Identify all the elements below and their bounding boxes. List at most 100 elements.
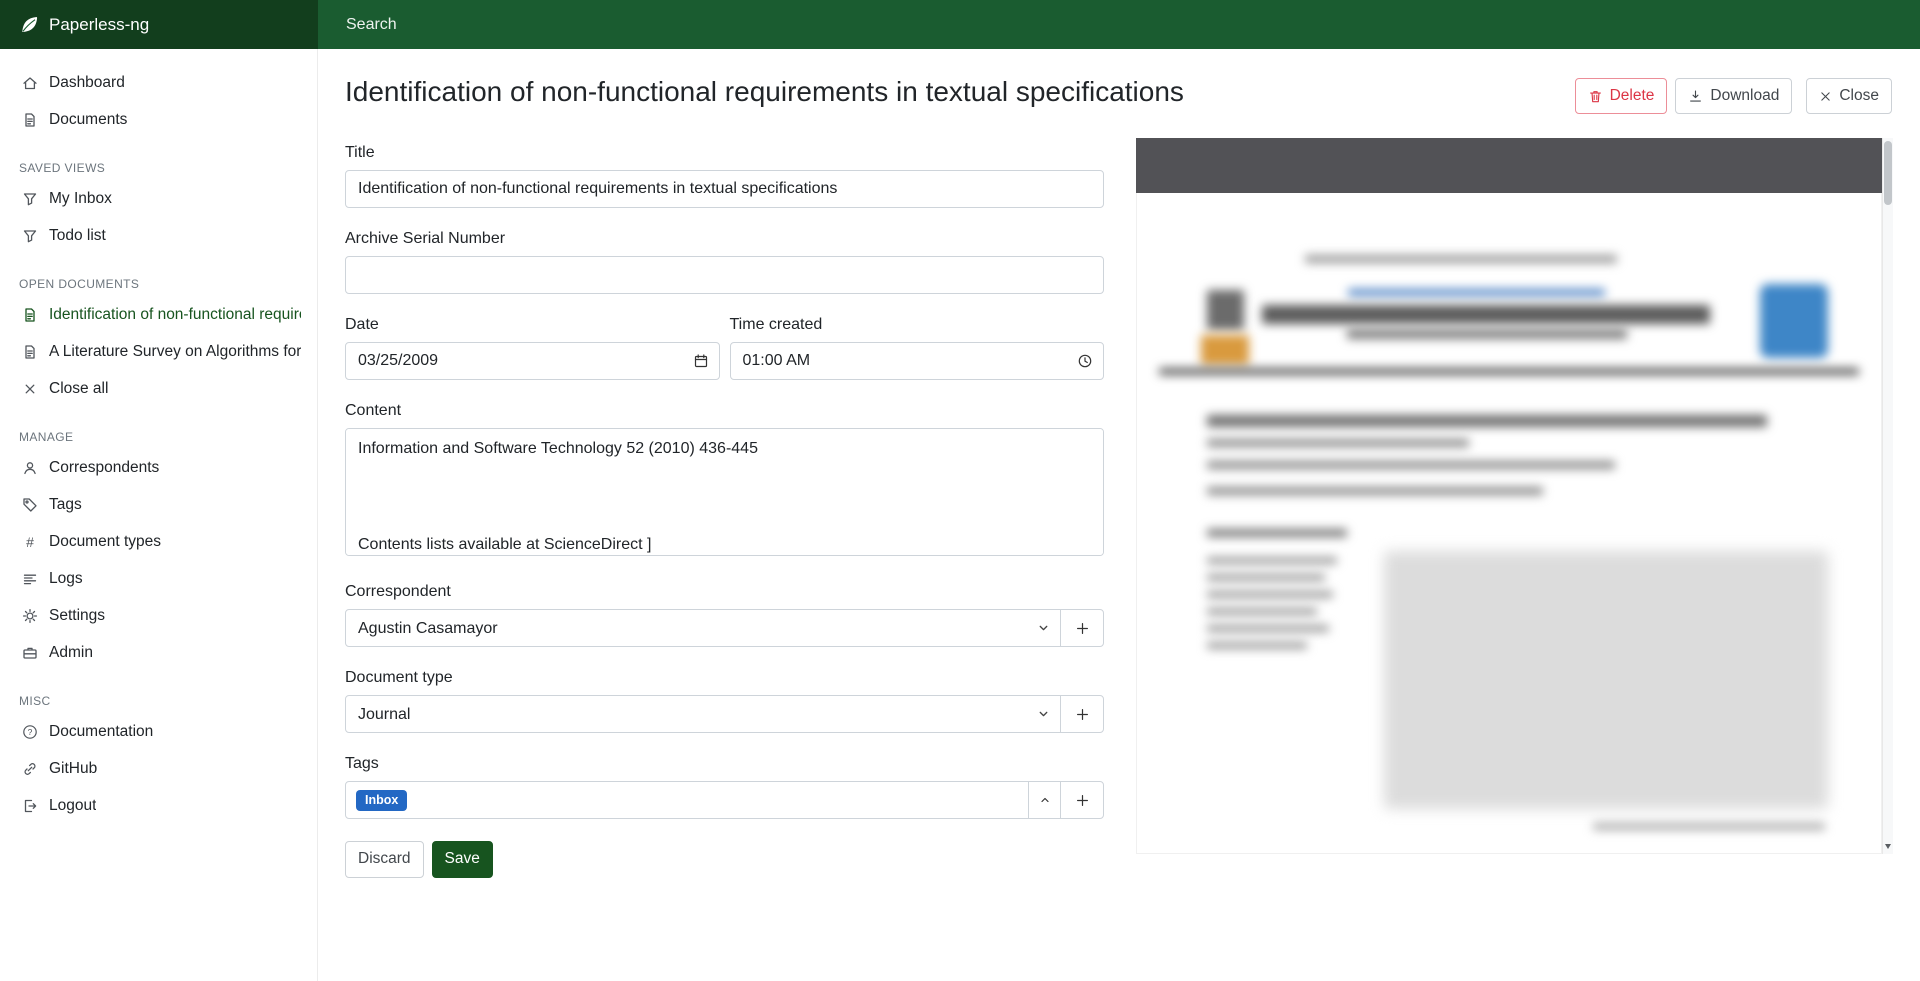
sidebar-item-documents[interactable]: Documents bbox=[0, 101, 317, 138]
save-button-label: Save bbox=[445, 848, 480, 870]
blurred-keyword-line bbox=[1207, 625, 1329, 632]
close-document-button[interactable]: Close bbox=[1806, 78, 1892, 114]
toolbox-icon bbox=[22, 645, 38, 661]
time-created-input[interactable] bbox=[730, 342, 1105, 380]
blurred-keyword-line bbox=[1207, 608, 1317, 615]
pdf-page-blurred-document bbox=[1136, 193, 1882, 854]
document-type-label: Document type bbox=[345, 669, 1104, 687]
blurred-keyword-line bbox=[1207, 642, 1307, 649]
save-button[interactable]: Save bbox=[432, 841, 493, 877]
sidebar-section-open-documents: OPEN DOCUMENTS bbox=[0, 277, 317, 292]
plus-icon bbox=[1075, 621, 1090, 636]
sidebar-item-correspondents[interactable]: Correspondents bbox=[0, 449, 317, 486]
close-icon bbox=[22, 381, 38, 397]
sidebar-item-logs[interactable]: Logs bbox=[0, 560, 317, 597]
funnel-icon bbox=[22, 191, 38, 207]
gear-icon bbox=[22, 608, 38, 624]
link-icon bbox=[22, 761, 38, 777]
sidebar-item-label: Settings bbox=[49, 607, 105, 625]
add-tag-button[interactable] bbox=[1060, 781, 1104, 819]
chevron-up-icon bbox=[1039, 794, 1051, 806]
hash-icon: # bbox=[22, 534, 38, 550]
sidebar-item-todo-list[interactable]: Todo list bbox=[0, 217, 317, 254]
app-logo-leaf-icon bbox=[18, 14, 40, 36]
document-edit-form: Title Archive Serial Number Date Time cr… bbox=[345, 144, 1104, 877]
sidebar-item-github[interactable]: GitHub bbox=[0, 750, 317, 787]
tags-dropdown-toggle-button[interactable] bbox=[1028, 781, 1061, 819]
sidebar-item-document-types[interactable]: # Document types bbox=[0, 523, 317, 560]
blurred-footer-line bbox=[1593, 823, 1825, 830]
sidebar-item-my-inbox[interactable]: My Inbox bbox=[0, 180, 317, 217]
sidebar-item-settings[interactable]: Settings bbox=[0, 597, 317, 634]
blurred-document-title bbox=[1262, 305, 1710, 324]
archive-serial-number-input[interactable] bbox=[345, 256, 1104, 294]
blurred-journal-logo bbox=[1207, 290, 1244, 330]
blurred-keyword-line bbox=[1207, 574, 1325, 581]
navbar-search-area bbox=[318, 0, 1920, 49]
sidebar-item-documentation[interactable]: ? Documentation bbox=[0, 713, 317, 750]
clock-icon[interactable] bbox=[1077, 353, 1093, 369]
correspondent-select[interactable]: Agustin Casamayor bbox=[345, 609, 1061, 647]
download-button-label: Download bbox=[1710, 85, 1779, 107]
tags-field-group: Tags Inbox bbox=[345, 755, 1104, 819]
person-icon bbox=[22, 460, 38, 476]
discard-button-label: Discard bbox=[358, 848, 411, 870]
sidebar-item-logout[interactable]: Logout bbox=[0, 787, 317, 824]
sidebar-item-label: Correspondents bbox=[49, 459, 159, 477]
pdf-toolbar bbox=[1136, 138, 1882, 193]
blurred-link-line bbox=[1348, 289, 1605, 296]
title-input[interactable] bbox=[345, 170, 1104, 208]
sidebar: Dashboard Documents SAVED VIEWS My Inbox… bbox=[0, 49, 318, 981]
sidebar-item-close-all[interactable]: Close all bbox=[0, 370, 317, 407]
pdf-viewer bbox=[1136, 138, 1882, 854]
blurred-text-line bbox=[1207, 439, 1469, 447]
delete-button[interactable]: Delete bbox=[1575, 78, 1668, 114]
date-time-row: Date Time created bbox=[345, 316, 1104, 380]
blurred-text-line bbox=[1305, 255, 1617, 263]
discard-button[interactable]: Discard bbox=[345, 841, 424, 877]
sidebar-item-tags[interactable]: Tags bbox=[0, 486, 317, 523]
sidebar-item-dashboard[interactable]: Dashboard bbox=[0, 64, 317, 101]
sidebar-item-admin[interactable]: Admin bbox=[0, 634, 317, 671]
pdf-scrollbar[interactable] bbox=[1882, 138, 1893, 854]
tag-icon bbox=[22, 497, 38, 513]
sidebar-item-label: Admin bbox=[49, 644, 93, 662]
date-input[interactable] bbox=[345, 342, 720, 380]
archive-serial-number-label: Archive Serial Number bbox=[345, 230, 1104, 248]
blurred-text-line bbox=[1207, 487, 1543, 495]
house-icon bbox=[22, 75, 38, 91]
top-navbar: Paperless-ng bbox=[0, 0, 1920, 49]
sidebar-item-label: Documents bbox=[49, 111, 127, 129]
sidebar-section-saved-views: SAVED VIEWS bbox=[0, 161, 317, 176]
title-field-group: Title bbox=[345, 144, 1104, 208]
tags-select-box[interactable]: Inbox bbox=[345, 781, 1029, 819]
sidebar-item-label: Logs bbox=[49, 570, 83, 588]
calendar-icon[interactable] bbox=[693, 353, 709, 369]
blurred-text-line bbox=[1207, 415, 1767, 427]
add-document-type-button[interactable] bbox=[1060, 695, 1104, 733]
correspondent-field-group: Correspondent Agustin Casamayor bbox=[345, 583, 1104, 647]
add-correspondent-button[interactable] bbox=[1060, 609, 1104, 647]
page-title: Identification of non-functional require… bbox=[345, 75, 1184, 109]
title-label: Title bbox=[345, 144, 1104, 162]
pdf-scrollbar-thumb[interactable] bbox=[1884, 141, 1892, 205]
blurred-text-line bbox=[1207, 461, 1615, 469]
file-text-icon bbox=[22, 344, 38, 360]
tag-badge-inbox[interactable]: Inbox bbox=[356, 790, 407, 811]
app-brand[interactable]: Paperless-ng bbox=[0, 0, 318, 49]
scroll-down-arrow-icon[interactable] bbox=[1885, 844, 1891, 849]
date-label: Date bbox=[345, 316, 720, 334]
blurred-sciencedirect-logo bbox=[1760, 284, 1828, 358]
blurred-abstract-block bbox=[1384, 551, 1828, 809]
sidebar-item-open-document-1[interactable]: Identification of non-functional require… bbox=[0, 296, 317, 333]
download-icon bbox=[1688, 89, 1703, 104]
sidebar-item-label: Logout bbox=[49, 797, 96, 815]
document-type-field-group: Document type Journal bbox=[345, 669, 1104, 733]
blurred-document-subtitle bbox=[1347, 329, 1627, 339]
download-button[interactable]: Download bbox=[1675, 78, 1792, 114]
document-type-select[interactable]: Journal bbox=[345, 695, 1061, 733]
pdf-preview-pane bbox=[1136, 138, 1893, 854]
sidebar-item-open-document-2[interactable]: A Literature Survey on Algorithms for Mu… bbox=[0, 333, 317, 370]
global-search-input[interactable] bbox=[346, 16, 986, 34]
content-textarea[interactable]: Information and Software Technology 52 (… bbox=[345, 428, 1104, 556]
